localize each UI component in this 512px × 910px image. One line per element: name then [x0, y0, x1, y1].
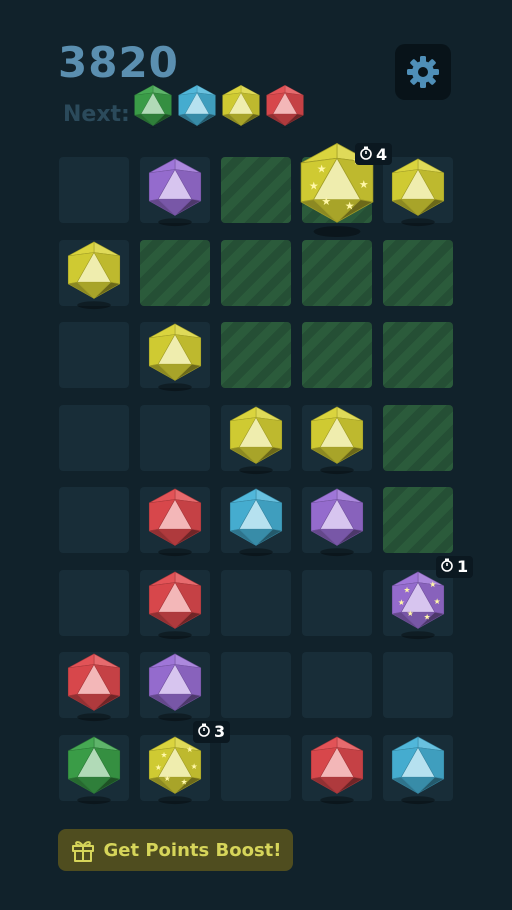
board-cell[interactable] [140, 240, 210, 306]
board-cell[interactable] [59, 487, 129, 553]
board-cell[interactable] [221, 570, 291, 636]
boost-label: Get Points Boost! [103, 839, 282, 861]
svg-text:★: ★ [317, 162, 327, 175]
timer-badge: 1 [436, 555, 474, 578]
board-cell[interactable] [221, 735, 291, 801]
board-cell[interactable] [221, 157, 291, 223]
next-label: Next: [63, 102, 130, 127]
svg-text:★: ★ [398, 597, 405, 606]
svg-text:★: ★ [164, 774, 171, 783]
next-gem-blue-icon [177, 84, 217, 134]
next-gem-red-icon [265, 84, 305, 134]
board-cell[interactable] [302, 652, 372, 718]
svg-text:★: ★ [403, 585, 410, 594]
score: 3820 [58, 38, 179, 87]
board-cell[interactable] [221, 652, 291, 718]
svg-text:★: ★ [155, 762, 162, 771]
board-cell[interactable] [302, 570, 372, 636]
next-gem-green-icon [133, 84, 173, 134]
red-gem-icon[interactable] [147, 486, 203, 557]
timer-count: 4 [376, 144, 388, 164]
next-gem-yellow-icon [221, 84, 261, 134]
blue-gem-icon[interactable] [390, 734, 446, 804]
board-cell[interactable] [221, 240, 291, 306]
yellow-gem-icon[interactable]: ★★★★★★ [147, 734, 203, 804]
purple-gem-icon[interactable]: ★ ★ ★ ★ ★ ★ [390, 569, 446, 639]
board-cell[interactable] [59, 322, 129, 388]
stopwatch-icon [359, 145, 373, 164]
board-cell[interactable] [59, 157, 129, 223]
svg-text:★: ★ [181, 777, 188, 786]
purple-gem-icon[interactable] [147, 156, 203, 227]
svg-text:★: ★ [429, 580, 436, 589]
stopwatch-icon [197, 722, 211, 741]
timer-badge: 3 [193, 720, 231, 743]
board-cell[interactable] [383, 240, 453, 306]
red-gem-icon[interactable] [309, 734, 365, 804]
svg-text:★: ★ [434, 596, 441, 605]
yellow-gem-icon[interactable] [390, 156, 446, 227]
timer-badge: 4 [355, 143, 393, 165]
svg-text:★: ★ [424, 612, 431, 621]
board-cell[interactable] [302, 322, 372, 388]
gear-icon [407, 56, 439, 88]
yellow-gem-icon[interactable] [66, 239, 122, 309]
timer-count: 3 [214, 722, 226, 741]
svg-text:★: ★ [191, 761, 198, 770]
svg-text:★: ★ [186, 745, 193, 754]
svg-text:★: ★ [359, 178, 369, 191]
red-gem-icon[interactable] [147, 569, 203, 639]
board-cell[interactable] [302, 240, 372, 306]
svg-text:★: ★ [160, 750, 167, 759]
timer-count: 1 [457, 557, 469, 576]
svg-text:★: ★ [407, 609, 414, 618]
board-cell[interactable] [383, 322, 453, 388]
svg-text:★: ★ [345, 200, 355, 213]
yellow-gem-icon[interactable] [309, 404, 365, 474]
board-cell[interactable] [59, 570, 129, 636]
purple-gem-icon[interactable] [147, 651, 203, 722]
board-cell[interactable] [383, 487, 453, 553]
svg-text:★: ★ [309, 179, 319, 192]
blue-gem-icon[interactable] [228, 486, 284, 557]
svg-text:★: ★ [321, 195, 331, 208]
gift-icon [71, 841, 94, 862]
board-cell[interactable] [140, 405, 210, 471]
yellow-gem-icon[interactable] [147, 321, 203, 392]
red-gem-icon[interactable] [66, 651, 122, 722]
get-points-boost-button[interactable]: Get Points Boost! [58, 829, 293, 871]
purple-gem-icon[interactable] [309, 486, 365, 557]
board-cell[interactable] [383, 652, 453, 718]
green-gem-icon[interactable] [66, 734, 122, 804]
board-cell[interactable] [221, 322, 291, 388]
board-cell[interactable] [59, 405, 129, 471]
board-cell[interactable] [383, 405, 453, 471]
settings-button[interactable] [395, 44, 451, 100]
stopwatch-icon [440, 557, 454, 576]
yellow-gem-icon[interactable] [228, 404, 284, 474]
